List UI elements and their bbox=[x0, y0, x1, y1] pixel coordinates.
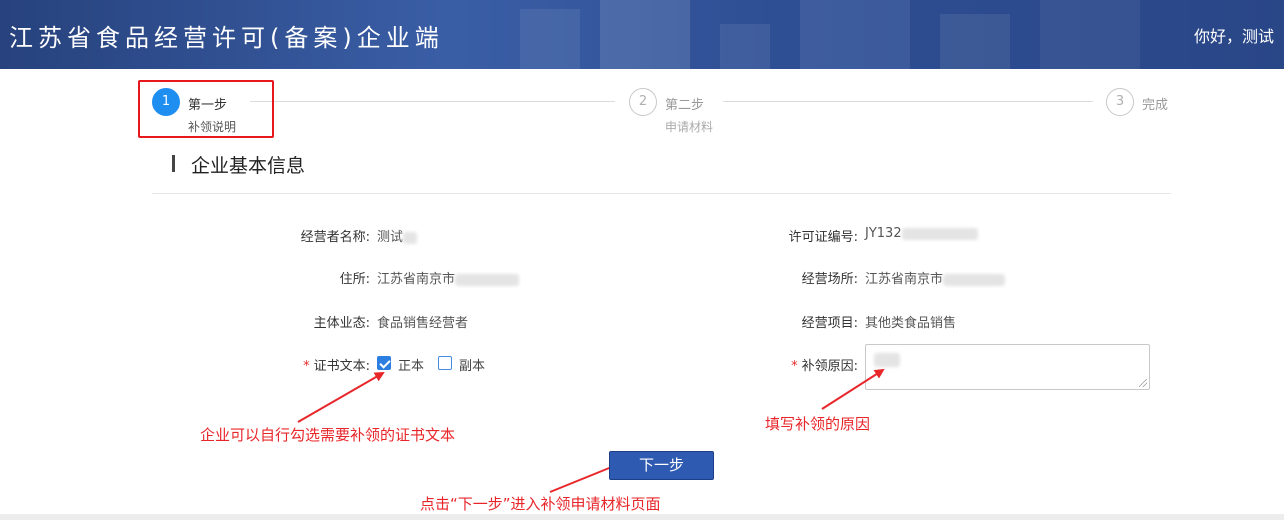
annotation-arrows bbox=[297, 368, 885, 493]
next-annotation: 点击“下一步”进入补领申请材料页面 bbox=[420, 495, 661, 513]
arrow-to-textarea bbox=[821, 368, 885, 410]
checkbox-annotation: 企业可以自行勾选需要补领的证书文本 bbox=[200, 426, 456, 444]
next-step-button[interactable]: 下一步 bbox=[609, 451, 714, 480]
arrow-to-checkbox bbox=[297, 372, 385, 423]
reason-annotation: 填写补领的原因 bbox=[765, 415, 871, 433]
page-bottom-band bbox=[0, 514, 1284, 520]
